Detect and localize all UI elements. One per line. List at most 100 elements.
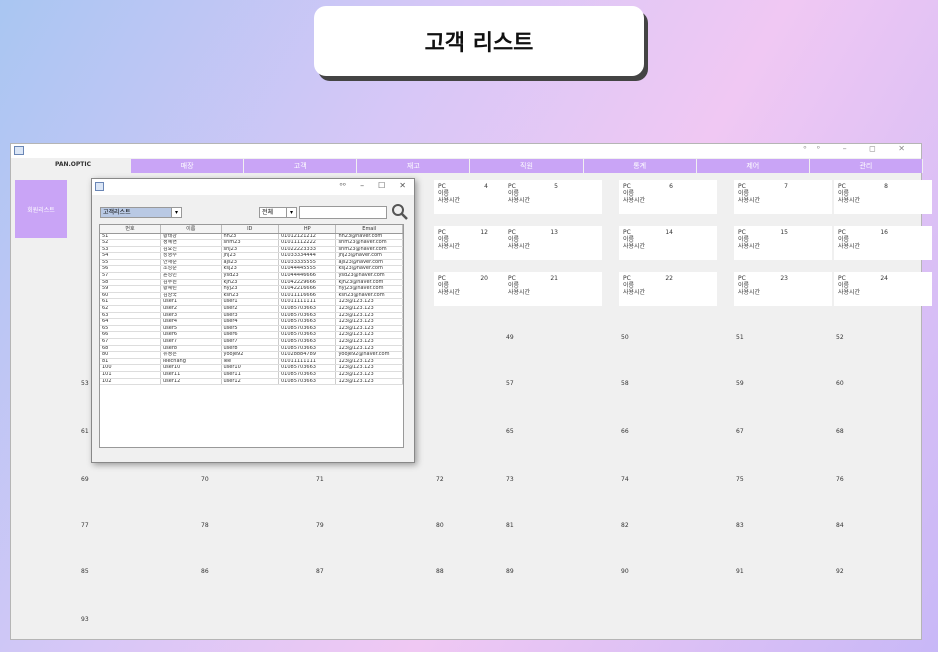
table-row[interactable]: 102 user12 user12 01085703663 123@123.123 — [100, 378, 403, 386]
pc-card[interactable]: PC 21 이름 사용시간 — [504, 272, 602, 306]
search-icon[interactable] — [391, 203, 409, 221]
pc-slot-number[interactable]: 51 — [736, 334, 744, 341]
pc-slot-number[interactable]: 69 — [81, 476, 89, 483]
column-header[interactable]: HP — [278, 225, 337, 234]
pc-card[interactable]: PC 23 이름 사용시간 — [734, 272, 832, 306]
pc-card[interactable]: PC 6 이름 사용시간 — [619, 180, 717, 214]
pc-slot-number[interactable]: 75 — [736, 476, 744, 483]
pc-slot-number[interactable]: 68 — [836, 428, 844, 435]
table-row[interactable]: 61 user1 user1 01011111111 123@123.123 — [100, 298, 403, 307]
table-row[interactable]: 65 user5 user5 01085703663 123@123.123 — [100, 325, 403, 333]
pc-slot-number[interactable]: 82 — [621, 522, 629, 529]
table-row[interactable]: 54 장영수 jhj23 01033334444 jhj23@naver.com — [100, 252, 403, 260]
pc-slot-number[interactable]: 80 — [436, 522, 444, 529]
table-cell: 장영수 — [160, 252, 222, 260]
menu-item[interactable]: 매장 — [131, 159, 245, 173]
pc-slot-number[interactable]: 59 — [736, 380, 744, 387]
pc-slot-number[interactable]: 76 — [836, 476, 844, 483]
table-row[interactable]: 67 user7 user7 01085703663 123@123.123 — [100, 338, 403, 346]
pc-number: 6 — [669, 183, 673, 190]
column-header[interactable]: ID — [221, 225, 279, 234]
pc-slot-number[interactable]: 71 — [316, 476, 324, 483]
pc-slot-number[interactable]: 89 — [506, 568, 514, 575]
table-row[interactable]: 63 user3 user3 01085703663 123@123.123 — [100, 312, 403, 320]
pc-slot-number[interactable]: 60 — [836, 380, 844, 387]
dialog-control[interactable]: ☐ — [378, 181, 385, 190]
pc-slot-number[interactable]: 79 — [316, 522, 324, 529]
pc-card[interactable]: PC 5 이름 사용시간 — [504, 180, 602, 214]
search-input[interactable] — [299, 206, 387, 219]
pc-slot-number[interactable]: 58 — [621, 380, 629, 387]
table-row[interactable]: 68 user8 user8 01085703663 123@123.123 — [100, 345, 403, 353]
table-row[interactable]: 80 유정은 yooje92 01028884789 yooje92@naver.com — [100, 351, 403, 359]
menu-item[interactable]: 재고 — [357, 159, 471, 173]
pc-slot-number[interactable]: 91 — [736, 568, 744, 575]
pc-card[interactable]: PC 15 이름 사용시간 — [734, 226, 832, 260]
list-type-combo[interactable]: 고객리스트 ▾ — [100, 207, 182, 218]
table-row[interactable]: 57 윤성빈 ysd23 01044446666 ysd23@naver.com — [100, 272, 403, 280]
pc-slot-number[interactable]: 83 — [736, 522, 744, 529]
dialog-control[interactable]: ✕ — [399, 181, 406, 190]
dialog-control[interactable]: – — [360, 181, 364, 190]
table-row[interactable]: 60 김상국 ksh23 01011116666 ksh23@naver.com — [100, 292, 403, 300]
table-row[interactable]: 56 조성준 ksj23 01044445555 ksj23@naver.com — [100, 265, 403, 274]
table-cell: user12 — [160, 378, 222, 386]
pc-slot-number[interactable]: 92 — [836, 568, 844, 575]
pc-card[interactable]: PC 22 이름 사용시간 — [619, 272, 717, 306]
pc-slot-number[interactable]: 73 — [506, 476, 514, 483]
pc-slot-number[interactable]: 90 — [621, 568, 629, 575]
pc-slot-number[interactable]: 61 — [81, 428, 89, 435]
pc-slot-number[interactable]: 52 — [836, 334, 844, 341]
pc-card[interactable]: PC 14 이름 사용시간 — [619, 226, 717, 260]
table-row[interactable]: 58 김주원 kjh23 01042229666 kjh23@naver.com — [100, 279, 403, 287]
pc-card[interactable]: PC 13 이름 사용시간 — [504, 226, 602, 260]
table-row[interactable]: 101 user11 user11 01085703663 123@123.123 — [100, 371, 403, 379]
pc-slot-number[interactable]: 88 — [436, 568, 444, 575]
table-row[interactable]: 81 leechang lee 01011111111 123@123.123 — [100, 358, 403, 366]
pc-card[interactable]: PC 8 이름 사용시간 — [834, 180, 932, 214]
pc-slot-number[interactable]: 57 — [506, 380, 514, 387]
pc-slot-number[interactable]: 49 — [506, 334, 514, 341]
pc-slot-number[interactable]: 70 — [201, 476, 209, 483]
menu-item[interactable]: 관리 — [809, 159, 923, 173]
table-row[interactable]: 52 정혜현 shm23 01011112222 shm23@naver.com — [100, 239, 403, 247]
pc-slot-number[interactable]: 78 — [201, 522, 209, 529]
table-row[interactable]: 53 김요진 shj23 01022223333 shm23@naver.com — [100, 246, 403, 254]
pc-slot-number[interactable]: 86 — [201, 568, 209, 575]
pc-slot-number[interactable]: 85 — [81, 568, 89, 575]
pc-slot-number[interactable]: 81 — [506, 522, 514, 529]
filter-combo[interactable]: 전체 ▾ — [259, 207, 297, 218]
pc-slot-number[interactable]: 93 — [81, 616, 89, 623]
column-header[interactable]: 번호 — [100, 225, 161, 234]
pc-card[interactable]: PC 16 이름 사용시간 — [834, 226, 932, 260]
pc-slot-number[interactable]: 67 — [736, 428, 744, 435]
menu-item[interactable]: 통계 — [583, 159, 697, 173]
pc-slot-number[interactable]: 74 — [621, 476, 629, 483]
pc-card[interactable]: PC 24 이름 사용시간 — [834, 272, 932, 306]
pc-slot-number[interactable]: 50 — [621, 334, 629, 341]
member-list-button[interactable]: 회원리스트 — [15, 180, 67, 238]
pc-slot-number[interactable]: 77 — [81, 522, 89, 529]
pc-slot-number[interactable]: 65 — [506, 428, 514, 435]
pc-slot-number[interactable]: 72 — [436, 476, 444, 483]
column-header[interactable]: 이름 — [160, 225, 222, 234]
menu-item[interactable]: 직원 — [470, 159, 584, 173]
table-row[interactable]: 59 황예린 hyj23 01042216666 hyj23@naver.com — [100, 285, 403, 293]
table-row[interactable]: 64 user4 user4 01085703663 123@123.123 — [100, 318, 403, 326]
table-row[interactable]: 100 user10 user10 01085703663 123@123.123 — [100, 364, 403, 372]
table-row[interactable]: 62 user2 user2 01085703663 123@123.123 — [100, 305, 403, 313]
pc-slot-number[interactable]: 84 — [836, 522, 844, 529]
pc-slot-number[interactable]: 87 — [316, 568, 324, 575]
dialog-control[interactable]: ᵒᵒ — [340, 181, 347, 190]
pc-slot-number[interactable]: 53 — [81, 380, 89, 387]
table-row[interactable]: 66 user6 user6 01085703663 123@123.123 — [100, 331, 403, 339]
table-row[interactable]: 51 황태강 hh23 01012121212 hh23@naver.com — [100, 233, 403, 241]
table-cell: 01033335555 — [278, 259, 337, 267]
window-controls[interactable]: ᵒᵒ – ◻ ✕ — [803, 144, 915, 153]
table-row[interactable]: 55 안재준 ajs23 01033335555 ajs23@naver.com — [100, 259, 403, 267]
pc-card[interactable]: PC 7 이름 사용시간 — [734, 180, 832, 214]
menu-item[interactable]: 고객 — [244, 159, 358, 173]
pc-slot-number[interactable]: 66 — [621, 428, 629, 435]
column-header[interactable]: Email — [335, 225, 403, 234]
menu-item[interactable]: 제어 — [696, 159, 810, 173]
